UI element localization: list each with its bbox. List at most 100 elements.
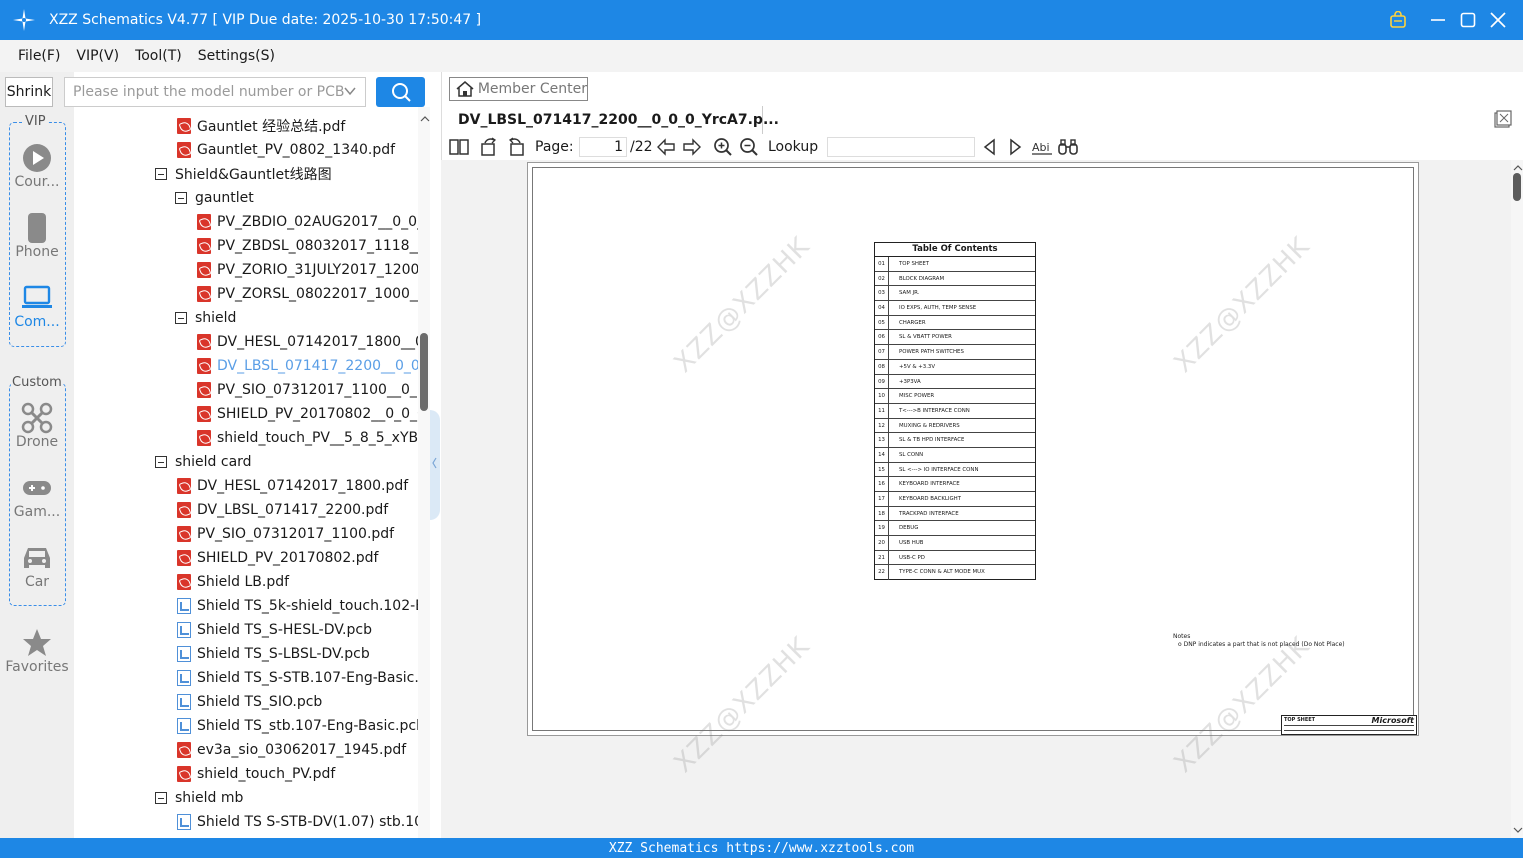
tree-item-label: ev3a_sio_03062017_1945.pdf xyxy=(197,742,407,758)
toc-row: 07 POWER PATH SWITCHES xyxy=(875,345,1035,360)
tree-file[interactable]: PV_SIO_07312017_1100.pdf xyxy=(177,522,394,546)
toc-row: 09 +3P3VA xyxy=(875,374,1035,390)
category-games[interactable]: Gam... xyxy=(0,472,74,520)
rotate-right-icon[interactable] xyxy=(505,136,527,158)
category-phone-label: Phone xyxy=(15,244,59,260)
pdf-viewer[interactable]: Table Of Contents 01 TOP SHEET 02 BLOCK DIA… xyxy=(441,160,1511,838)
zoom-in-icon[interactable] xyxy=(713,136,733,158)
chevron-down-icon[interactable] xyxy=(343,84,357,102)
vip-bag-icon[interactable] xyxy=(1383,0,1413,40)
minimize-button[interactable] xyxy=(1423,0,1453,40)
tree-file[interactable]: Gauntlet_PV_0802_1340.pdf xyxy=(177,138,395,162)
tree-file[interactable]: Shield TS_S-STB.107-Eng-Basic.pc xyxy=(177,666,430,690)
tree-file[interactable]: SHIELD_PV_20170802__0_0_0_ xyxy=(197,402,430,426)
tree-file[interactable]: PV_ZORIO_31JULY2017_1200__ xyxy=(197,258,430,282)
pcb-file-icon xyxy=(177,718,191,734)
tree-file[interactable]: SHIELD_PV_20170802.pdf xyxy=(177,546,378,570)
favorites-button[interactable]: Favorites xyxy=(0,627,74,675)
tree-scrollbar[interactable] xyxy=(418,107,430,838)
category-computer[interactable]: Com... xyxy=(0,282,74,330)
document-tab[interactable]: DV_LBSL_071417_2200__0_0_0_YrcA7.p... xyxy=(449,106,779,134)
tree-file[interactable]: DV_HESL_07142017_1800.pdf xyxy=(177,474,408,498)
title-block-brand: Microsoft xyxy=(1371,716,1414,725)
tree-file[interactable]: PV_ZBDSL_08032017_1118__0_ xyxy=(197,234,430,258)
page-number-input[interactable]: 1 xyxy=(579,137,627,157)
category-courses[interactable]: Cour... xyxy=(0,142,74,190)
tree-item-label: Shield TS_S-LBSL-DV.pcb xyxy=(197,646,370,662)
tree-file[interactable]: Shield TS_SIO.pcb xyxy=(177,690,322,714)
search-input[interactable]: Please input the model number or PCB xyxy=(64,77,366,107)
tree-folder[interactable]: shield card xyxy=(155,450,252,474)
menu-settings[interactable]: Settings(S) xyxy=(198,48,275,64)
toc-number: 09 xyxy=(875,374,889,389)
tree-file[interactable]: PV_ZBDIO_02AUG2017__0_0_0 xyxy=(197,210,430,234)
tree-item-label: PV_SIO_07312017_1100__0_1_0 xyxy=(217,382,430,398)
tree-folder[interactable]: Shield&Gauntlet线路图 xyxy=(155,162,332,186)
tree-file[interactable]: Gauntlet 经验总结.pdf xyxy=(177,114,345,138)
match-case-icon[interactable]: Abi xyxy=(1031,136,1053,158)
pdf-file-icon xyxy=(177,574,191,590)
category-car[interactable]: Car xyxy=(0,542,74,590)
close-button[interactable] xyxy=(1483,0,1513,40)
tree-file[interactable]: DV_LBSL_071417_2200.pdf xyxy=(177,498,388,522)
tree-folder[interactable]: gauntlet xyxy=(175,186,254,210)
tree-file[interactable]: DV_LBSL_071417_2200__0_0_0 xyxy=(197,354,430,378)
tree-folder[interactable]: shield xyxy=(175,306,236,330)
next-page-arrow-icon[interactable] xyxy=(682,136,702,158)
pcb-file-icon xyxy=(177,694,191,710)
tree-item-label: shield_touch_PV.pdf xyxy=(197,766,336,782)
tree-file[interactable]: shield_touch_PV__5_8_5_xYB4I xyxy=(197,426,430,450)
lookup-input[interactable] xyxy=(827,137,975,157)
search-button[interactable] xyxy=(376,77,425,107)
zoom-out-icon[interactable] xyxy=(739,136,759,158)
prev-page-arrow-icon[interactable] xyxy=(656,136,676,158)
toc-number: 05 xyxy=(875,315,889,330)
menu-file[interactable]: File(F) xyxy=(18,48,60,64)
tree-file[interactable]: ev3a_sio_03062017_1945.pdf xyxy=(177,738,406,762)
category-drone-label: Drone xyxy=(15,434,59,450)
maximize-button[interactable] xyxy=(1453,0,1483,40)
tree-file[interactable]: shield_touch_PV.pdf xyxy=(177,762,335,786)
tree-file[interactable]: Shield LB.pdf xyxy=(177,570,289,594)
tree-folder[interactable]: shield mb xyxy=(155,786,243,810)
two-page-view-icon[interactable] xyxy=(448,136,470,158)
shrink-button[interactable]: Shrink xyxy=(5,77,53,107)
category-phone[interactable]: Phone xyxy=(0,212,74,260)
tree-file[interactable]: PV_ZORSL_08022017_1000__0_ xyxy=(197,282,430,306)
category-games-label: Gam... xyxy=(13,504,61,520)
toc-sheet-name: SL & TB HPD INTERFACE xyxy=(899,437,965,444)
tree-file[interactable]: Shield TS_S-HESL-DV.pcb xyxy=(177,618,372,642)
notes-title: Notes xyxy=(1173,633,1191,640)
play-circle-icon xyxy=(0,142,74,174)
rotate-left-icon[interactable] xyxy=(478,136,500,158)
toc-number: 19 xyxy=(875,521,889,536)
find-prev-icon[interactable] xyxy=(981,136,999,158)
pdf-file-icon xyxy=(197,358,211,374)
toc-number: 03 xyxy=(875,286,889,301)
tree-file[interactable]: Shield TS_stb.107-Eng-Basic.pcb xyxy=(177,714,425,738)
toc-sheet-name: TYPE-C CONN & ALT MODE MUX xyxy=(899,569,985,576)
toc-sheet-name: SL <---> IO INTERFACE CONN xyxy=(899,466,979,473)
tree-file[interactable]: DV_HESL_07142017_1800__0_0 xyxy=(197,330,430,354)
menu-vip[interactable]: VIP(V) xyxy=(76,48,119,64)
tree-file[interactable]: Shield TS_S-LBSL-DV.pcb xyxy=(177,642,370,666)
viewer-scroll-thumb[interactable] xyxy=(1513,173,1521,201)
tree-file[interactable]: PV_SIO_07312017_1100__0_1_0 xyxy=(197,378,430,402)
find-next-icon[interactable] xyxy=(1006,136,1024,158)
tree-item-label: Shield TS_S-STB.107-Eng-Basic.pc xyxy=(197,670,430,686)
menu-tool[interactable]: Tool(T) xyxy=(135,48,182,64)
toc-row: 05 CHARGER xyxy=(875,315,1035,331)
collapse-panel-handle[interactable] xyxy=(430,410,440,520)
search-placeholder: Please input the model number or PCB xyxy=(73,84,345,100)
viewer-scrollbar[interactable] xyxy=(1511,160,1523,838)
category-drone[interactable]: Drone xyxy=(0,402,74,450)
member-center-button[interactable]: Member Center xyxy=(449,77,588,101)
binoculars-icon[interactable] xyxy=(1057,136,1079,158)
app-logo-icon xyxy=(12,8,36,32)
tree-item-label: PV_ZBDSL_08032017_1118__0_ xyxy=(217,238,430,254)
tree-scroll-thumb[interactable] xyxy=(420,333,428,411)
close-doc-icon[interactable] xyxy=(1494,110,1512,128)
toc-number: 11 xyxy=(875,403,889,418)
tree-file[interactable]: Shield TS S-STB-DV(1.07) stb.107- xyxy=(177,810,430,834)
tree-file[interactable]: Shield TS_5k-shield_touch.102-En xyxy=(177,594,430,618)
